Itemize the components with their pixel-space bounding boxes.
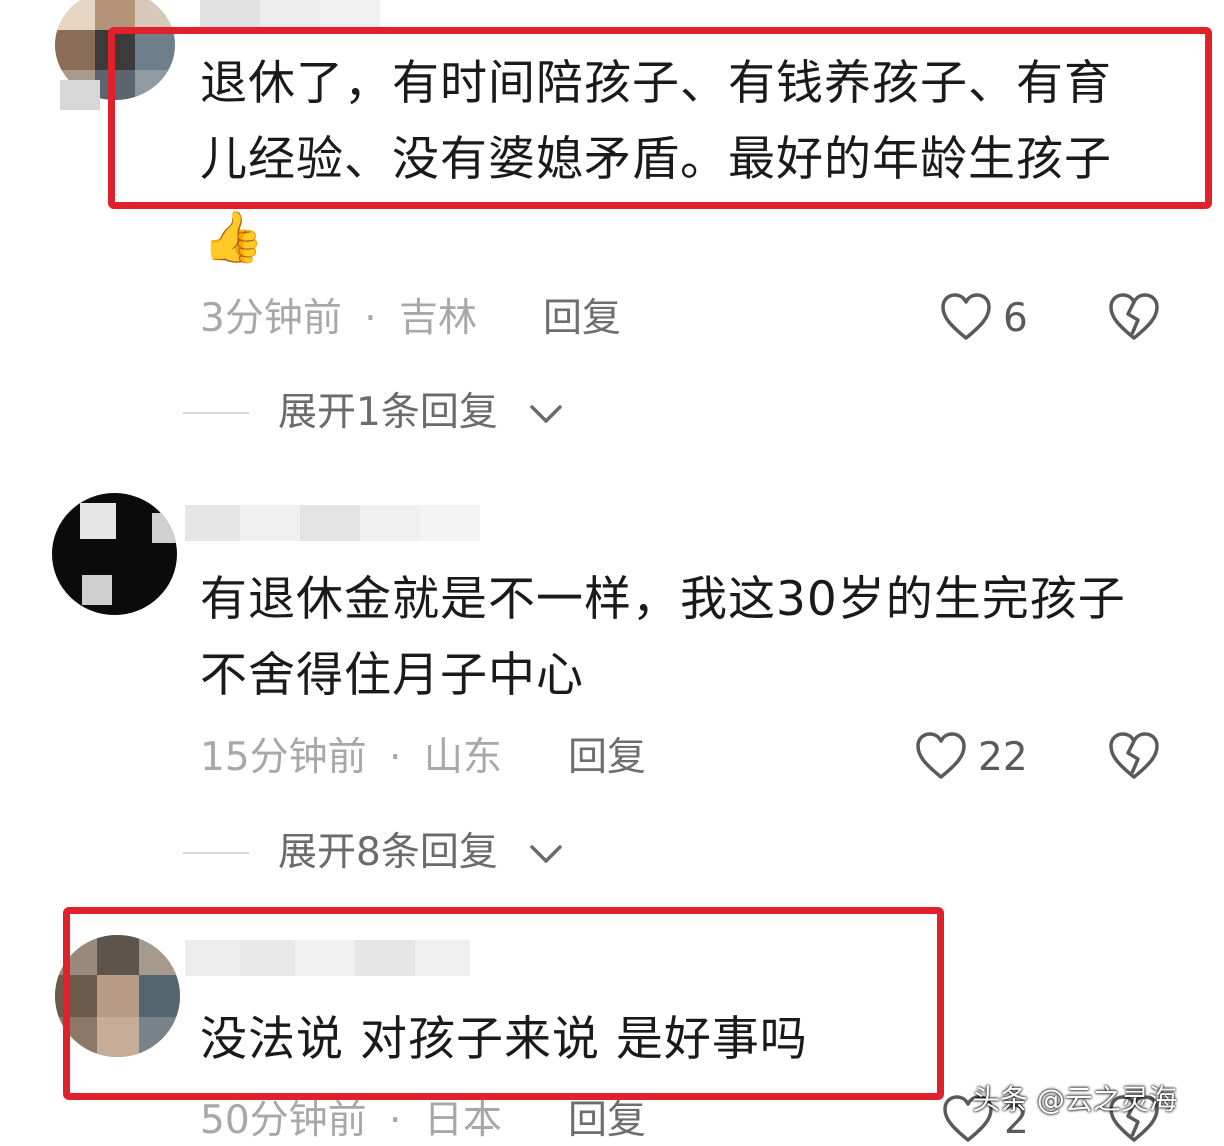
comment-location: 山东 <box>423 735 502 780</box>
comment-text-line: 不舍得住月子中心 <box>200 648 584 703</box>
meta-separator: · <box>389 735 402 780</box>
comment-text-line: 没法说 对孩子来说 是好事吗 <box>200 1012 808 1067</box>
comment-meta: 3分钟前 · 吉林 <box>200 294 477 344</box>
watermark: 头条 @云之灵海 <box>972 1083 1177 1116</box>
like-count: 22 <box>978 735 1028 780</box>
like-count: 6 <box>1003 296 1028 341</box>
comment-time: 50分钟前 <box>200 1098 367 1143</box>
expand-divider <box>183 412 249 414</box>
avatar[interactable] <box>52 493 177 615</box>
comment-location: 日本 <box>423 1098 502 1143</box>
like-button[interactable] <box>940 292 992 342</box>
comment-time: 3分钟前 <box>200 296 342 341</box>
meta-separator: · <box>389 1098 402 1143</box>
meta-separator: · <box>364 296 377 341</box>
thumbs-up-emoji: 👍 <box>202 208 265 266</box>
comment-text-line: 儿经验、没有婆媳矛盾。最好的年龄生孩子 <box>200 132 1112 187</box>
comment-time: 15分钟前 <box>200 735 367 780</box>
reply-button[interactable]: 回复 <box>568 733 646 783</box>
highlight-box <box>63 907 944 1100</box>
comment-location: 吉林 <box>399 296 478 341</box>
dislike-button[interactable] <box>1108 731 1160 781</box>
comment-meta: 15分钟前 · 山东 <box>200 733 502 783</box>
heart-outline-icon <box>941 293 991 340</box>
chevron-down-icon <box>530 405 562 423</box>
expand-replies-button[interactable]: 展开8条回复 <box>278 828 562 878</box>
username-blurred[interactable] <box>185 505 480 541</box>
expand-replies-label: 展开8条回复 <box>278 830 498 875</box>
broken-heart-icon <box>1109 293 1159 340</box>
heart-outline-icon <box>916 732 966 779</box>
reply-button[interactable]: 回复 <box>543 294 621 344</box>
like-button[interactable] <box>915 731 967 781</box>
username-blurred[interactable] <box>200 0 380 30</box>
expand-replies-label: 展开1条回复 <box>278 390 498 435</box>
expand-replies-button[interactable]: 展开1条回复 <box>278 388 562 438</box>
expand-divider <box>183 852 249 854</box>
comment-text-line: 退休了，有时间陪孩子、有钱养孩子、有育 <box>200 56 1112 111</box>
chevron-down-icon <box>530 845 562 863</box>
broken-heart-icon <box>1109 732 1159 779</box>
comment-text-line: 有退休金就是不一样，我这30岁的生完孩子 <box>200 572 1126 627</box>
dislike-button[interactable] <box>1108 292 1160 342</box>
